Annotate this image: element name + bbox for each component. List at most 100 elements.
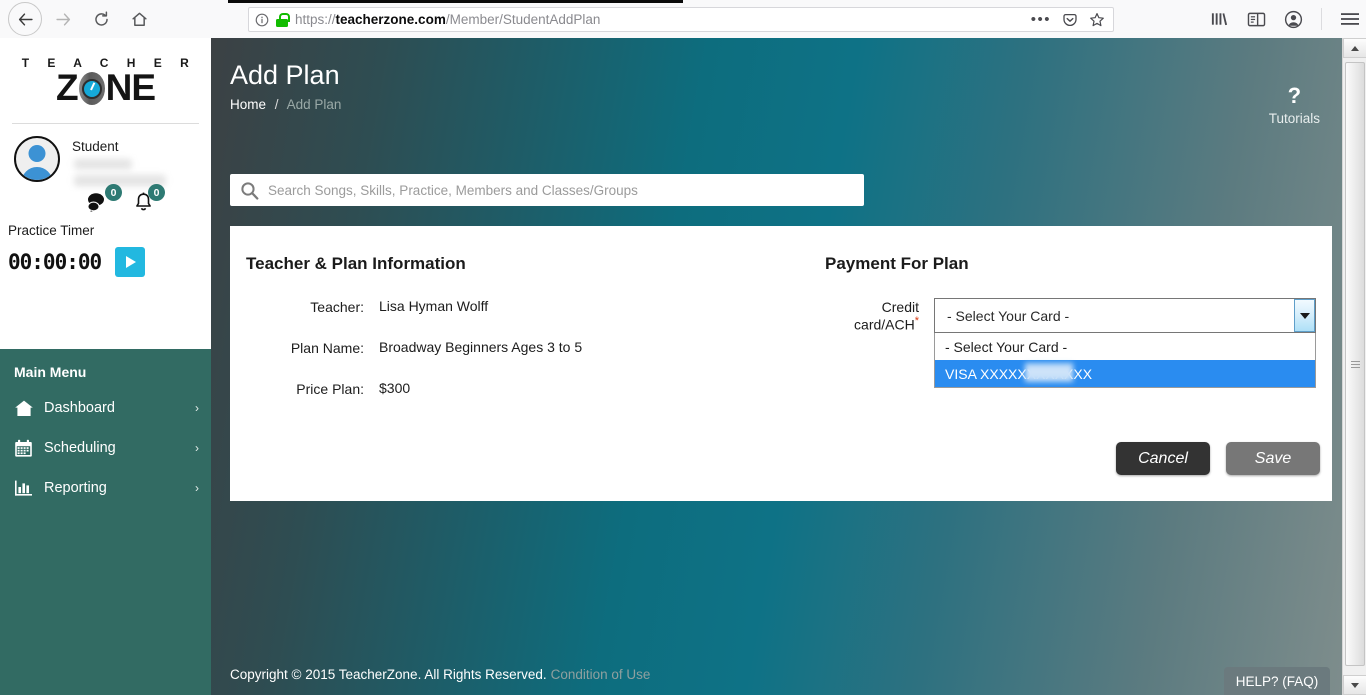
tutorials-button[interactable]: ? Tutorials	[1268, 83, 1320, 127]
field-label: Plan Name:	[290, 340, 364, 356]
breadcrumb-home-link[interactable]: Home	[230, 97, 266, 112]
dropdown-option[interactable]: - Select Your Card -	[935, 333, 1315, 360]
condition-of-use-link[interactable]: Condition of Use	[547, 667, 651, 682]
tab-strip-edge	[228, 0, 683, 3]
bar-chart-icon	[14, 479, 40, 497]
dropdown-option-visa[interactable]: VISA XXXXXXXXXXXX	[935, 360, 1315, 387]
credit-card-label: Credit card/ACH*	[825, 298, 934, 333]
profile-name-redacted	[74, 159, 132, 169]
question-mark-icon: ?	[1287, 83, 1302, 108]
main-content: Add Plan Home / Add Plan ? Tutorials Tea…	[211, 38, 1342, 695]
breadcrumb: Home / Add Plan	[211, 91, 1342, 112]
profile-role: Student	[72, 139, 119, 154]
browser-toolbar: https://teacherzone.com/Member/StudentAd…	[0, 0, 1366, 38]
hamburger-menu-icon[interactable]	[1340, 11, 1360, 27]
field-value: $300	[379, 380, 411, 396]
field-plan-name: Plan Name: Broadway Beginners Ages 3 to …	[246, 339, 781, 356]
search-bar[interactable]	[230, 174, 864, 206]
back-arrow-icon[interactable]	[8, 2, 42, 36]
logo-disc-icon	[77, 71, 107, 105]
browser-toolbar-right	[1210, 6, 1360, 32]
scrollbar-thumb[interactable]	[1345, 62, 1365, 666]
form-actions: Cancel Save	[1116, 442, 1320, 475]
main-menu: Main Menu Dashboard › Scheduling › Repor…	[0, 349, 211, 695]
sidebar-icon[interactable]	[1247, 11, 1266, 28]
sidebar-header: T E A C H E R Z NE Student 0 0 Practice …	[0, 38, 211, 277]
home-icon[interactable]	[122, 2, 156, 36]
field-value: Lisa Hyman Wolff	[379, 298, 489, 314]
calendar-icon	[14, 439, 40, 458]
add-plan-card: Teacher & Plan Information Teacher: Lisa…	[230, 226, 1332, 501]
practice-timer: 00:00:00	[0, 238, 211, 277]
user-profile: Student	[0, 124, 211, 186]
section-title-payment: Payment For Plan	[825, 254, 969, 273]
search-input[interactable]	[268, 176, 864, 204]
library-icon[interactable]	[1210, 10, 1229, 28]
tutorials-label: Tutorials	[1268, 111, 1320, 126]
credit-card-select[interactable]: - Select Your Card -	[934, 298, 1316, 333]
account-icon[interactable]	[1284, 10, 1303, 29]
sidebar-item-label: Reporting	[44, 480, 107, 496]
teacherzone-logo: T E A C H E R Z NE	[0, 52, 211, 113]
required-asterisk: *	[914, 315, 919, 327]
toolbar-divider	[1321, 8, 1322, 30]
footer: Copyright © 2015 TeacherZone. All Rights…	[211, 653, 1342, 695]
home-icon	[14, 399, 40, 418]
credit-card-label-text: Credit card/ACH	[854, 299, 919, 333]
chevron-right-icon: ›	[195, 481, 199, 495]
cancel-button[interactable]: Cancel	[1116, 442, 1210, 475]
copyright-text: Copyright © 2015 TeacherZone. All Rights…	[230, 666, 547, 682]
scroll-up-button[interactable]	[1343, 38, 1366, 58]
reload-icon[interactable]	[84, 2, 118, 36]
sidebar-item-scheduling[interactable]: Scheduling ›	[0, 428, 211, 468]
credit-card-dropdown-list: - Select Your Card - VISA XXXXXXXXXXXX	[934, 333, 1316, 388]
notification-badges: 0 0	[0, 184, 211, 213]
forward-arrow-icon[interactable]	[46, 2, 80, 36]
sidebar: T E A C H E R Z NE Student 0 0 Practice …	[0, 38, 211, 695]
sidebar-item-label: Dashboard	[44, 400, 115, 416]
save-button[interactable]: Save	[1226, 442, 1320, 475]
messages-button[interactable]: 0	[85, 184, 122, 213]
notifications-count: 0	[148, 184, 165, 201]
messages-count: 0	[105, 184, 122, 201]
page-info-icon[interactable]	[255, 13, 269, 27]
section-title-teacher-plan: Teacher & Plan Information	[246, 254, 466, 273]
breadcrumb-current: Add Plan	[286, 97, 342, 112]
avatar[interactable]	[14, 136, 60, 182]
credit-card-selected-value: - Select Your Card -	[947, 307, 1070, 324]
field-price-plan: Price Plan: $300	[246, 380, 781, 397]
main-menu-title: Main Menu	[14, 364, 87, 380]
scrollbar-grip-icon	[1350, 359, 1360, 370]
practice-timer-label: Practice Timer	[8, 223, 95, 238]
notifications-button[interactable]: 0	[133, 184, 165, 213]
field-value: Broadway Beginners Ages 3 to 5	[379, 339, 583, 355]
star-icon[interactable]	[1089, 12, 1105, 28]
field-credit-card: Credit card/ACH* - Select Your Card - - …	[825, 298, 1316, 388]
credit-card-select-wrapper: - Select Your Card - - Select Your Card …	[934, 298, 1316, 388]
timer-value: 00:00:00	[8, 250, 102, 274]
field-label: Price Plan:	[296, 381, 364, 397]
sidebar-item-label: Scheduling	[44, 440, 116, 456]
chevron-right-icon: ›	[195, 401, 199, 415]
field-label: Teacher:	[310, 299, 364, 315]
scroll-down-button[interactable]	[1343, 675, 1366, 695]
help-faq-button[interactable]: HELP? (FAQ)	[1224, 667, 1330, 695]
navigation-buttons	[0, 2, 156, 36]
page-title: Add Plan	[230, 60, 340, 90]
ellipsis-icon[interactable]: •••	[1031, 12, 1051, 27]
sidebar-item-reporting[interactable]: Reporting ›	[0, 468, 211, 508]
field-teacher: Teacher: Lisa Hyman Wolff	[246, 298, 781, 315]
padlock-icon	[276, 12, 290, 27]
chevron-right-icon: ›	[195, 441, 199, 455]
card-number-redacted	[1025, 363, 1073, 382]
play-icon[interactable]	[115, 247, 146, 277]
page-scrollbar[interactable]	[1342, 38, 1366, 695]
url-bar[interactable]: https://teacherzone.com/Member/StudentAd…	[248, 7, 1114, 32]
payment-for-plan-section: Payment For Plan Credit card/ACH* - Sele…	[781, 254, 1316, 397]
chevron-down-icon[interactable]	[1294, 299, 1315, 332]
teacher-plan-information-section: Teacher & Plan Information Teacher: Lisa…	[246, 254, 781, 397]
sidebar-item-dashboard[interactable]: Dashboard ›	[0, 388, 211, 428]
breadcrumb-separator: /	[274, 97, 279, 112]
logo-letter-z: Z	[55, 67, 79, 108]
pocket-icon[interactable]	[1062, 12, 1078, 28]
